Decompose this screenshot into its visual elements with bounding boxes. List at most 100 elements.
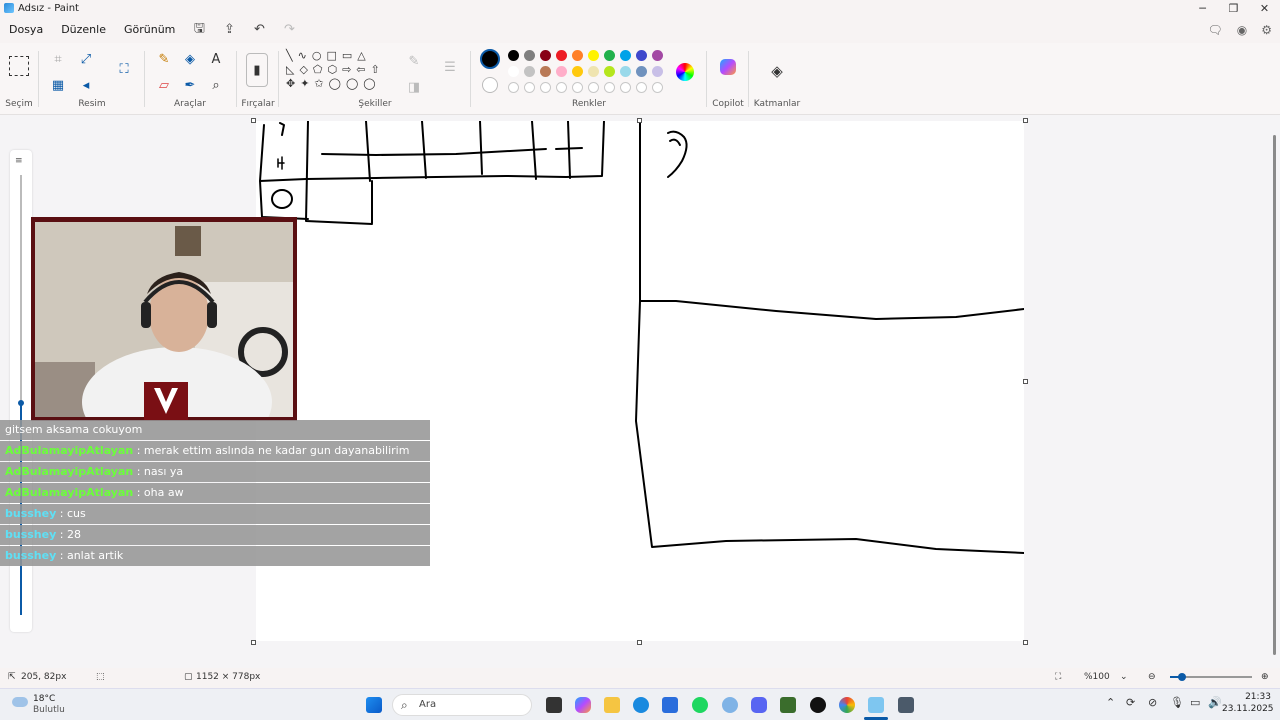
color-swatch[interactable] (540, 50, 551, 61)
shapes-gallery[interactable]: ╲∿○□▭△ ◺◇⬠⬡⇨⇦⇧ ✥✦✩◯◯◯ (286, 49, 394, 91)
edit-colors-icon[interactable] (676, 63, 694, 81)
shape-fill-icon[interactable]: ◨ (404, 77, 424, 97)
rotate-icon[interactable]: ◂ (76, 75, 96, 95)
color-swatch[interactable] (636, 66, 647, 77)
store-icon[interactable] (662, 697, 678, 713)
menu-file[interactable]: Dosya (0, 23, 52, 36)
feedback-icon[interactable]: 🗨 (1208, 23, 1223, 37)
discord-icon[interactable] (751, 697, 767, 713)
fill-icon[interactable]: ◈ (180, 49, 200, 69)
zoom-out-icon[interactable]: ⊖ (1148, 672, 1156, 682)
share-icon[interactable]: ⇪ (214, 20, 244, 40)
custom-color-slot[interactable] (556, 82, 567, 93)
color-swatch[interactable] (508, 66, 519, 77)
resize-handle-br[interactable] (1023, 640, 1028, 645)
undo-icon[interactable]: ↶ (244, 20, 274, 40)
brush-icon[interactable]: ▮ (246, 53, 268, 87)
select-rectangle-icon[interactable] (9, 56, 29, 76)
weather-temp[interactable]: 18°C (33, 694, 55, 704)
settings-icon[interactable]: ⚙ (1261, 23, 1272, 37)
custom-color-slot[interactable] (508, 82, 519, 93)
clock-date[interactable]: 23.11.2025 (1222, 704, 1274, 714)
color-swatch[interactable] (588, 66, 599, 77)
layers-icon[interactable]: ◈ (767, 61, 787, 81)
outline-icon[interactable]: ✎ (404, 51, 424, 71)
minecraft-icon[interactable] (780, 697, 796, 713)
color-swatch[interactable] (652, 66, 663, 77)
image-select-icon[interactable]: ⛶ (114, 59, 134, 79)
color-swatch[interactable] (620, 66, 631, 77)
edge-icon[interactable] (633, 697, 649, 713)
file-explorer-icon[interactable] (604, 697, 620, 713)
show-hidden-icons[interactable]: ⌃ (1106, 696, 1115, 709)
start-menu-icon[interactable] (366, 697, 382, 713)
volume-icon[interactable]: 🔊 (1208, 696, 1222, 709)
size-icon[interactable]: ☰ (440, 57, 460, 77)
resize-handle-tl[interactable] (251, 118, 256, 123)
color-swatch[interactable] (636, 50, 647, 61)
zoom-in-icon[interactable]: ⊕ (1261, 672, 1269, 682)
color-swatch[interactable] (556, 50, 567, 61)
crop-icon[interactable]: ⌗ (48, 49, 68, 69)
custom-color-slot[interactable] (572, 82, 583, 93)
color-swatch[interactable] (588, 50, 599, 61)
clock-time[interactable]: 21:33 (1229, 692, 1271, 702)
color-swatch[interactable] (604, 66, 615, 77)
settings-taskbar-icon[interactable] (722, 697, 738, 713)
color-swatch[interactable] (524, 66, 535, 77)
color-swatch[interactable] (572, 66, 583, 77)
magnifier-icon[interactable]: ⌕ (206, 75, 226, 95)
restore-button[interactable]: ❐ (1218, 0, 1249, 16)
obs-icon[interactable] (810, 697, 826, 713)
skew-icon[interactable]: ▦ (48, 75, 68, 95)
fit-to-window-icon[interactable]: ⛶ (1055, 672, 1061, 682)
network-icon[interactable]: ⊘ (1148, 696, 1157, 709)
zoom-slider[interactable] (1170, 673, 1252, 681)
custom-color-slot[interactable] (620, 82, 631, 93)
copilot-taskbar-icon[interactable] (575, 697, 591, 713)
color-swatch[interactable] (620, 50, 631, 61)
minimize-button[interactable]: ─ (1187, 0, 1218, 16)
zoom-level-select[interactable]: %100 (1084, 672, 1110, 682)
menu-view[interactable]: Görünüm (115, 23, 184, 36)
task-view-icon[interactable] (546, 697, 562, 713)
resize-handle-t[interactable] (637, 118, 642, 123)
color-swatch[interactable] (652, 50, 663, 61)
paint-taskbar-icon[interactable] (868, 697, 884, 713)
custom-color-slot[interactable] (524, 82, 535, 93)
display-icon[interactable]: ▭ (1190, 696, 1200, 709)
sync-icon[interactable]: ⟳ (1126, 696, 1135, 709)
eraser-icon[interactable]: ▱ (154, 75, 174, 95)
color-swatch[interactable] (556, 66, 567, 77)
color-swatch[interactable] (524, 50, 535, 61)
custom-color-slot[interactable] (588, 82, 599, 93)
custom-color-slot[interactable] (652, 82, 663, 93)
taskbar-search[interactable]: ⌕ Ara (392, 694, 532, 716)
spotify-icon[interactable] (692, 697, 708, 713)
menu-edit[interactable]: Düzenle (52, 23, 115, 36)
redo-icon[interactable]: ↷ (274, 20, 304, 40)
close-button[interactable]: ✕ (1249, 0, 1280, 16)
vertical-scrollbar[interactable] (1273, 135, 1276, 655)
color-swatch[interactable] (572, 50, 583, 61)
resize-handle-r[interactable] (1023, 379, 1028, 384)
color-swatch[interactable] (508, 50, 519, 61)
text-icon[interactable]: A (206, 49, 226, 69)
resize-icon[interactable]: ⤢ (76, 49, 96, 69)
chrome-icon[interactable] (839, 697, 855, 713)
microphone-icon[interactable]: 🎙 (1170, 696, 1184, 709)
calculator-icon[interactable] (898, 697, 914, 713)
copilot-icon[interactable] (720, 59, 736, 75)
zoom-dropdown-icon[interactable]: ⌄ (1120, 672, 1128, 682)
custom-color-slot[interactable] (604, 82, 615, 93)
active-color-2[interactable] (482, 77, 498, 93)
resize-handle-tr[interactable] (1023, 118, 1028, 123)
resize-handle-bl[interactable] (251, 640, 256, 645)
custom-color-slot[interactable] (540, 82, 551, 93)
active-color-1[interactable] (480, 49, 500, 69)
color-swatch[interactable] (604, 50, 615, 61)
account-icon[interactable]: ◉ (1237, 23, 1247, 37)
color-picker-icon[interactable]: ✒ (180, 75, 200, 95)
weather-desc[interactable]: Bulutlu (33, 705, 65, 715)
pencil-icon[interactable]: ✎ (154, 49, 174, 69)
